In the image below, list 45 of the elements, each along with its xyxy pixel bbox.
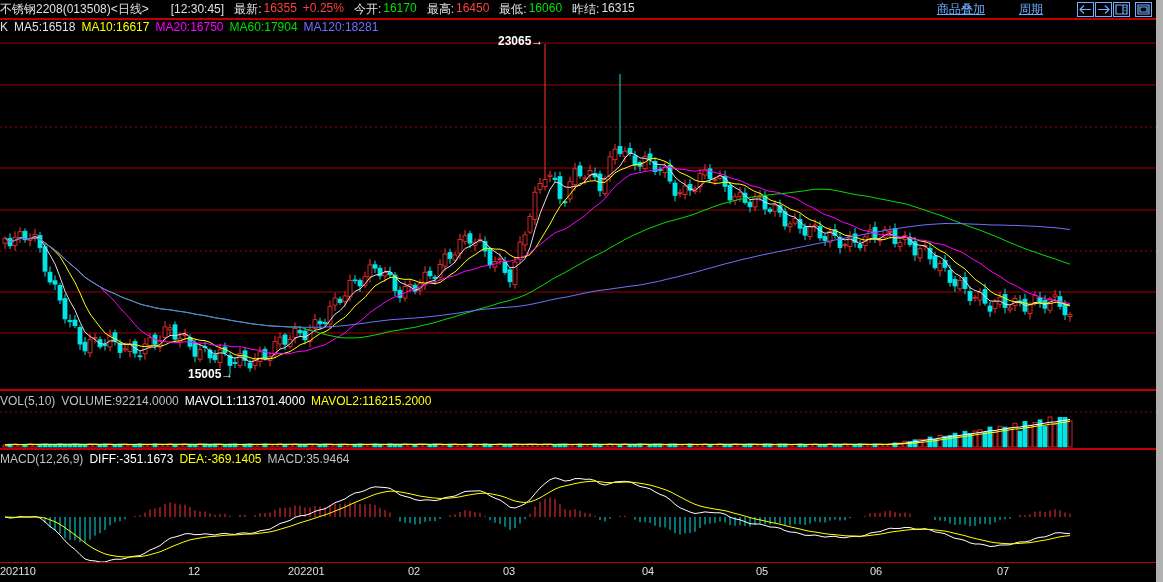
- indicator-legend: MA5:16518: [14, 20, 76, 34]
- quote-time: [12:30:45]: [170, 2, 225, 16]
- date-axis-label: 03: [503, 565, 516, 577]
- date-axis-label: 07: [997, 565, 1010, 577]
- toolbar-link[interactable]: 周期: [1019, 0, 1043, 18]
- date-axis-label: 202110: [0, 565, 36, 577]
- arrow-left-icon[interactable]: [1077, 1, 1094, 17]
- date-axis-label: 202201: [288, 565, 325, 577]
- arrow-right-icon[interactable]: [1095, 1, 1112, 17]
- quote-label: 今开:: [353, 0, 382, 18]
- panel-layout-icon[interactable]: [1113, 1, 1130, 17]
- indicator-legend: K: [0, 20, 8, 34]
- volume-legend: MAVOL2:116215.2000: [311, 393, 432, 408]
- indicator-legend: MA60:17904: [229, 20, 298, 34]
- indicator-legend: MA10:16617: [81, 20, 150, 34]
- macd-legend: DEA:-369.1405: [179, 452, 262, 466]
- macd-legend: MACD(12,26,9): [0, 452, 84, 466]
- volume-legend: VOL(5,10): [0, 393, 56, 408]
- price-high-label: 23065→: [498, 34, 544, 48]
- indicator-legend: MA120:18281: [303, 20, 379, 34]
- date-axis-label: 06: [870, 565, 883, 577]
- quote-label: 最新:: [234, 0, 262, 18]
- quote-label: 最高:: [426, 0, 454, 18]
- volume-legend: VOLUME:92214.0000: [61, 393, 179, 408]
- quote-value: 16315: [601, 0, 635, 17]
- date-axis-label: 04: [642, 565, 655, 577]
- macd-legend: DIFF:-351.1673: [89, 452, 174, 466]
- quote-value: 16450: [455, 0, 490, 17]
- date-axis-label: 12: [188, 565, 201, 577]
- volume-legend: MAVOL1:113701.4000: [184, 393, 306, 408]
- quote-value: 16355: [263, 0, 297, 17]
- toolbar-link[interactable]: 商品叠加: [937, 0, 985, 18]
- instrument-title: 不锈钢2208(013508)<日线>: [0, 0, 149, 18]
- quote-change: +0.25%: [302, 0, 344, 17]
- date-axis-label: 05: [756, 565, 769, 577]
- macd-legend: MACD:35.9464: [267, 452, 350, 466]
- quote-label: 最低:: [499, 0, 527, 18]
- scrollbar[interactable]: [1156, 0, 1163, 582]
- price-low-label: 15005→: [188, 367, 234, 381]
- indicator-legend: MA20:16750: [155, 20, 224, 34]
- quote-value: 16060: [528, 0, 563, 17]
- date-axis-label: 02: [408, 565, 421, 577]
- window-icon[interactable]: [1135, 1, 1152, 17]
- quote-label: 昨结:: [572, 0, 600, 18]
- quote-value: 16170: [383, 0, 417, 17]
